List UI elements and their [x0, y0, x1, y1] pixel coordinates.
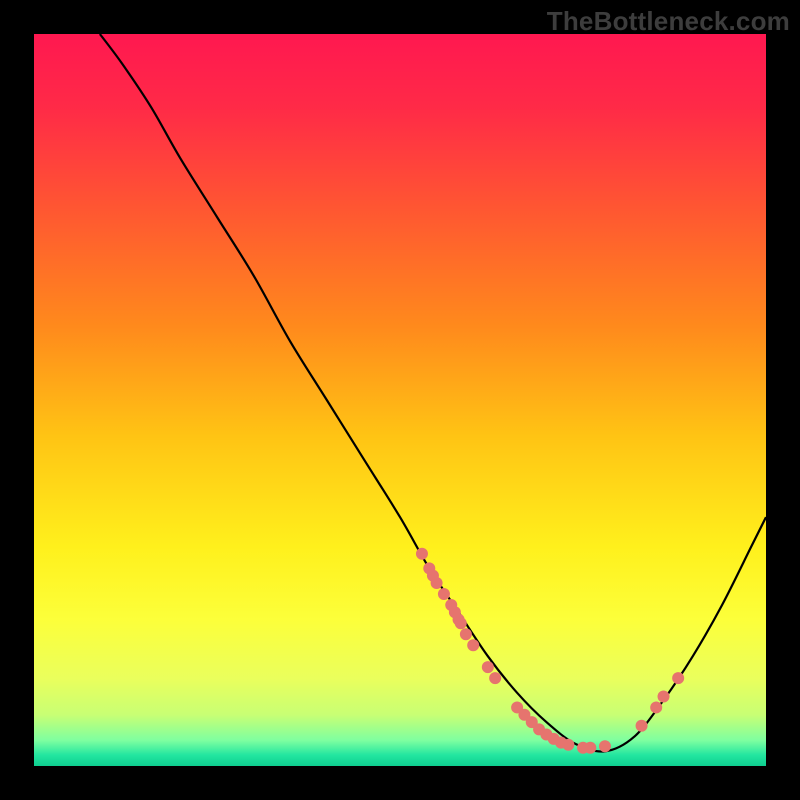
- data-point: [562, 739, 574, 751]
- data-point: [658, 690, 670, 702]
- data-point: [482, 661, 494, 673]
- data-point: [489, 672, 501, 684]
- data-point: [672, 672, 684, 684]
- data-point: [599, 740, 611, 752]
- data-point: [438, 588, 450, 600]
- data-point: [416, 548, 428, 560]
- data-point: [431, 577, 443, 589]
- data-point: [460, 628, 472, 640]
- data-point: [467, 639, 479, 651]
- curve-layer: [34, 34, 766, 766]
- data-point: [584, 742, 596, 754]
- bottleneck-curve: [100, 34, 766, 752]
- data-point: [455, 617, 467, 629]
- data-point: [650, 701, 662, 713]
- chart-frame: TheBottleneck.com: [0, 0, 800, 800]
- data-point: [636, 720, 648, 732]
- plot-area: [34, 34, 766, 766]
- watermark-text: TheBottleneck.com: [547, 6, 790, 37]
